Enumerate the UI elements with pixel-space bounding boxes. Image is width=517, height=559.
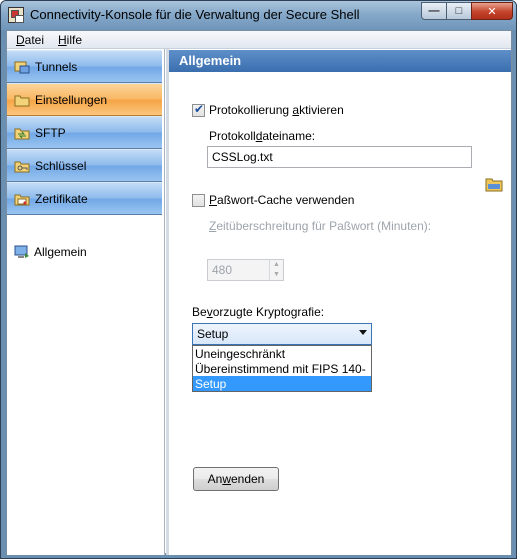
menu-datei[interactable]: Datei: [16, 33, 44, 47]
crypto-dropdown-list: Uneingeschränkt Übereinstimmend mit FIPS…: [192, 345, 372, 392]
navigation-pane: Tunnels Einstellungen SFTP Schlüssel Zer…: [7, 49, 165, 555]
computer-icon: [14, 245, 29, 258]
nav-tunnels[interactable]: Tunnels: [7, 50, 162, 83]
window-title: Connectivity-Konsole für die Verwaltung …: [30, 7, 360, 22]
timeout-stepper[interactable]: 480 ▲ ▼: [207, 259, 284, 281]
crypto-option-fips[interactable]: Übereinstimmend mit FIPS 140-2: [193, 361, 371, 390]
nav-zertifikate-label: Zertifikate: [35, 192, 88, 206]
nav-einstellungen[interactable]: Einstellungen: [7, 83, 162, 116]
tree-item-allgemein-label: Allgemein: [34, 245, 87, 259]
logfile-input[interactable]: CSSLog.txt: [207, 146, 472, 168]
timeout-label: Zeitüberschreitung für Paßwort (Minuten)…: [209, 219, 432, 233]
password-cache-label[interactable]: Paßwort-Cache verwenden: [209, 193, 354, 207]
sftp-icon: [14, 128, 30, 140]
nav-schluessel[interactable]: Schlüssel: [7, 149, 162, 182]
logfile-label: Protokolldateiname:: [209, 129, 316, 143]
browse-folder-icon[interactable]: [485, 176, 503, 192]
tunnels-icon: [14, 61, 30, 74]
crypto-label: Bevorzugte Kryptografie:: [192, 305, 325, 319]
title-bar[interactable]: Connectivity-Konsole für die Verwaltung …: [1, 1, 516, 30]
crypto-selected-value: Setup: [197, 327, 229, 341]
nav-sftp-label: SFTP: [35, 126, 66, 140]
maximize-button[interactable]: □: [446, 2, 472, 20]
crypto-option-uneingeschraenkt[interactable]: Uneingeschränkt: [193, 346, 371, 361]
crypto-option-setup[interactable]: Setup: [193, 376, 371, 391]
minimize-button[interactable]: —: [421, 2, 447, 20]
tree-item-allgemein[interactable]: Allgemein: [12, 242, 162, 262]
key-icon: [14, 161, 30, 173]
settings-panel: Allgemein Protokollierung aktivieren Pro…: [169, 49, 511, 555]
logging-checkbox[interactable]: [192, 102, 205, 117]
menu-bar: Datei Hilfe: [7, 31, 511, 49]
logging-label[interactable]: Protokollierung aktivieren: [209, 103, 344, 117]
menu-hilfe[interactable]: Hilfe: [58, 33, 82, 47]
app-icon[interactable]: [8, 7, 24, 23]
timeout-value: 480: [212, 263, 233, 277]
stepper-down-icon[interactable]: ▼: [269, 270, 283, 280]
folder-icon: [14, 95, 30, 107]
apply-button[interactable]: Anwenden: [193, 467, 279, 491]
nav-einstellungen-label: Einstellungen: [35, 93, 108, 107]
app-window: Connectivity-Konsole für die Verwaltung …: [0, 0, 517, 559]
nav-tunnels-label: Tunnels: [35, 60, 78, 74]
close-button[interactable]: ✕: [471, 2, 513, 20]
chevron-down-icon[interactable]: [359, 330, 367, 335]
nav-schluessel-label: Schlüssel: [35, 159, 87, 173]
panel-title: Allgemein: [169, 50, 511, 72]
nav-zertifikate[interactable]: Zertifikate: [7, 182, 162, 215]
password-cache-checkbox[interactable]: [192, 194, 205, 207]
nav-sftp[interactable]: SFTP: [7, 116, 162, 149]
stepper-up-icon[interactable]: ▲: [269, 260, 283, 270]
crypto-combobox[interactable]: Setup: [192, 323, 372, 345]
client-area: Datei Hilfe Tunnels Einstellungen SFTP S…: [6, 30, 512, 555]
certificate-icon: [14, 194, 30, 206]
